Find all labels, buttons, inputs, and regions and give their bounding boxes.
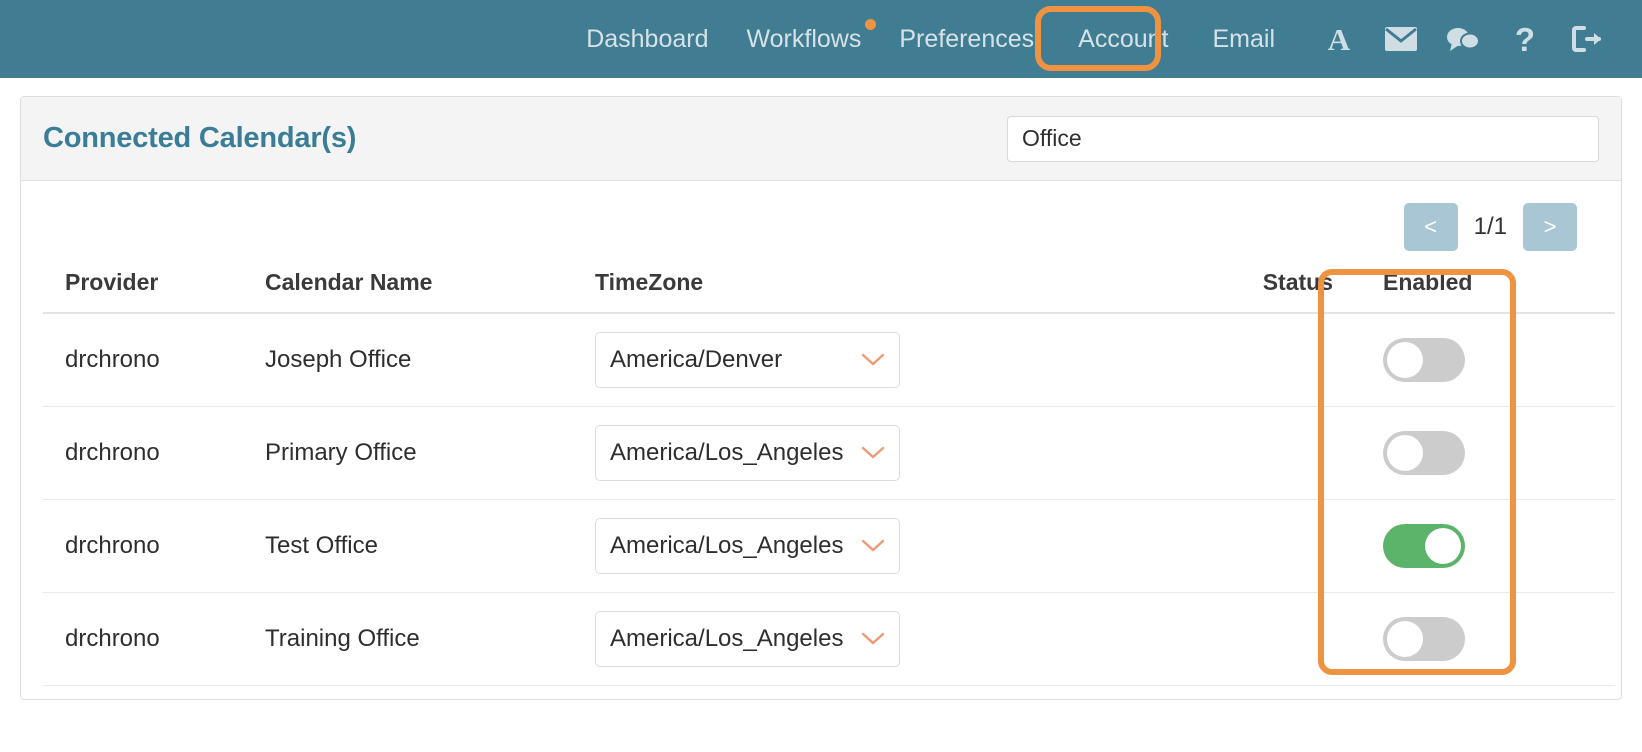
font-size-icon[interactable]: A (1308, 15, 1370, 63)
cell-provider: drchrono (43, 592, 265, 686)
font-size-icon-glyph: A (1327, 21, 1351, 57)
cell-enabled (1365, 313, 1615, 407)
calendars-table: Provider Calendar Name TimeZone Status E… (43, 269, 1615, 686)
cell-provider: drchrono (43, 313, 265, 407)
cell-timezone: America/Los_Angeles (595, 592, 1155, 686)
table-row: drchrono Training Office America/Los_Ang… (43, 592, 1615, 686)
nav-link-email[interactable]: Email (1193, 17, 1294, 62)
cell-provider: drchrono (43, 406, 265, 500)
nav-link-workflows-label: Workflows (746, 24, 862, 53)
cell-status (1155, 499, 1365, 593)
timezone-select-value: America/Los_Angeles (610, 532, 844, 559)
cell-calendar-name: Training Office (265, 592, 595, 686)
timezone-select[interactable]: America/Los_Angeles (595, 611, 900, 667)
nav-link-preferences-label: Preferences (899, 24, 1035, 53)
column-header-timezone: TimeZone (595, 269, 1155, 314)
cell-provider: drchrono (43, 499, 265, 593)
card-header: Connected Calendar(s) (21, 97, 1621, 181)
nav-icons-group: A ? (1308, 15, 1618, 63)
search-input[interactable] (1007, 115, 1599, 162)
card-body: < 1/1 > Provider Calendar Name TimeZone … (21, 181, 1621, 686)
connected-calendars-card: Connected Calendar(s) < 1/1 > Provider C… (20, 96, 1622, 700)
timezone-select-value: America/Los_Angeles (610, 625, 844, 652)
cell-status (1155, 313, 1365, 407)
timezone-select[interactable]: America/Los_Angeles (595, 425, 900, 481)
column-header-enabled: Enabled (1365, 269, 1615, 314)
column-header-provider: Provider (43, 269, 265, 314)
calendars-table-head: Provider Calendar Name TimeZone Status E… (43, 269, 1615, 314)
toggle-knob (1387, 435, 1423, 471)
timezone-select[interactable]: America/Denver (595, 332, 900, 388)
enabled-toggle[interactable] (1383, 431, 1465, 475)
workflows-notification-dot-icon (865, 18, 877, 30)
cell-calendar-name: Test Office (265, 499, 595, 593)
top-navigation-bar: Dashboard Workflows Preferences Account … (0, 0, 1642, 78)
chevron-down-icon (861, 532, 885, 560)
toggle-knob (1387, 621, 1423, 657)
timezone-select-value: America/Los_Angeles (610, 439, 844, 466)
toggle-knob (1387, 342, 1423, 378)
timezone-select[interactable]: America/Los_Angeles (595, 518, 900, 574)
logout-icon[interactable] (1556, 15, 1618, 63)
enabled-toggle[interactable] (1383, 524, 1465, 568)
toggle-knob (1425, 528, 1461, 564)
enabled-toggle[interactable] (1383, 617, 1465, 661)
cell-enabled (1365, 499, 1615, 593)
search-field-wrapper (1007, 115, 1599, 162)
nav-links-group: Dashboard Workflows Preferences Account … (567, 17, 1294, 62)
cell-calendar-name: Joseph Office (265, 313, 595, 407)
nav-link-account[interactable]: Account (1059, 17, 1187, 62)
cell-enabled (1365, 406, 1615, 500)
cell-calendar-name: Primary Office (265, 406, 595, 500)
nav-link-dashboard[interactable]: Dashboard (567, 17, 727, 62)
table-row: drchrono Primary Office America/Los_Ange… (43, 406, 1615, 500)
pagination-page-label: 1/1 (1473, 213, 1507, 240)
nav-link-preferences[interactable]: Preferences (880, 17, 1053, 62)
table-header-row: Provider Calendar Name TimeZone Status E… (43, 269, 1615, 314)
cell-timezone: America/Los_Angeles (595, 406, 1155, 500)
pagination-next-button[interactable]: > (1523, 203, 1577, 251)
help-icon-glyph: ? (1514, 20, 1536, 58)
timezone-select-value: America/Denver (610, 346, 783, 373)
cell-timezone: America/Denver (595, 313, 1155, 407)
enabled-toggle[interactable] (1383, 338, 1465, 382)
column-header-status: Status (1155, 269, 1365, 314)
calendars-table-body: drchrono Joseph Office America/Denver dr… (43, 313, 1615, 686)
nav-link-workflows[interactable]: Workflows (728, 17, 881, 62)
chevron-down-icon (861, 439, 885, 467)
chevron-down-icon (861, 625, 885, 653)
column-header-calendar-name: Calendar Name (265, 269, 595, 314)
table-row: drchrono Test Office America/Los_Angeles (43, 499, 1615, 593)
nav-link-dashboard-label: Dashboard (586, 24, 709, 53)
cell-timezone: America/Los_Angeles (595, 499, 1155, 593)
page-title: Connected Calendar(s) (43, 122, 357, 154)
pagination-controls: < 1/1 > (43, 181, 1599, 251)
envelope-icon[interactable] (1370, 15, 1432, 63)
nav-link-account-label: Account (1078, 24, 1169, 53)
cell-enabled (1365, 592, 1615, 686)
pagination-prev-button[interactable]: < (1403, 203, 1458, 251)
cell-status (1155, 592, 1365, 686)
nav-link-email-label: Email (1212, 24, 1275, 53)
help-icon[interactable]: ? (1494, 15, 1556, 63)
chat-bubbles-icon[interactable] (1432, 15, 1494, 63)
table-row: drchrono Joseph Office America/Denver (43, 313, 1615, 407)
chevron-down-icon (861, 346, 885, 374)
cell-status (1155, 406, 1365, 500)
